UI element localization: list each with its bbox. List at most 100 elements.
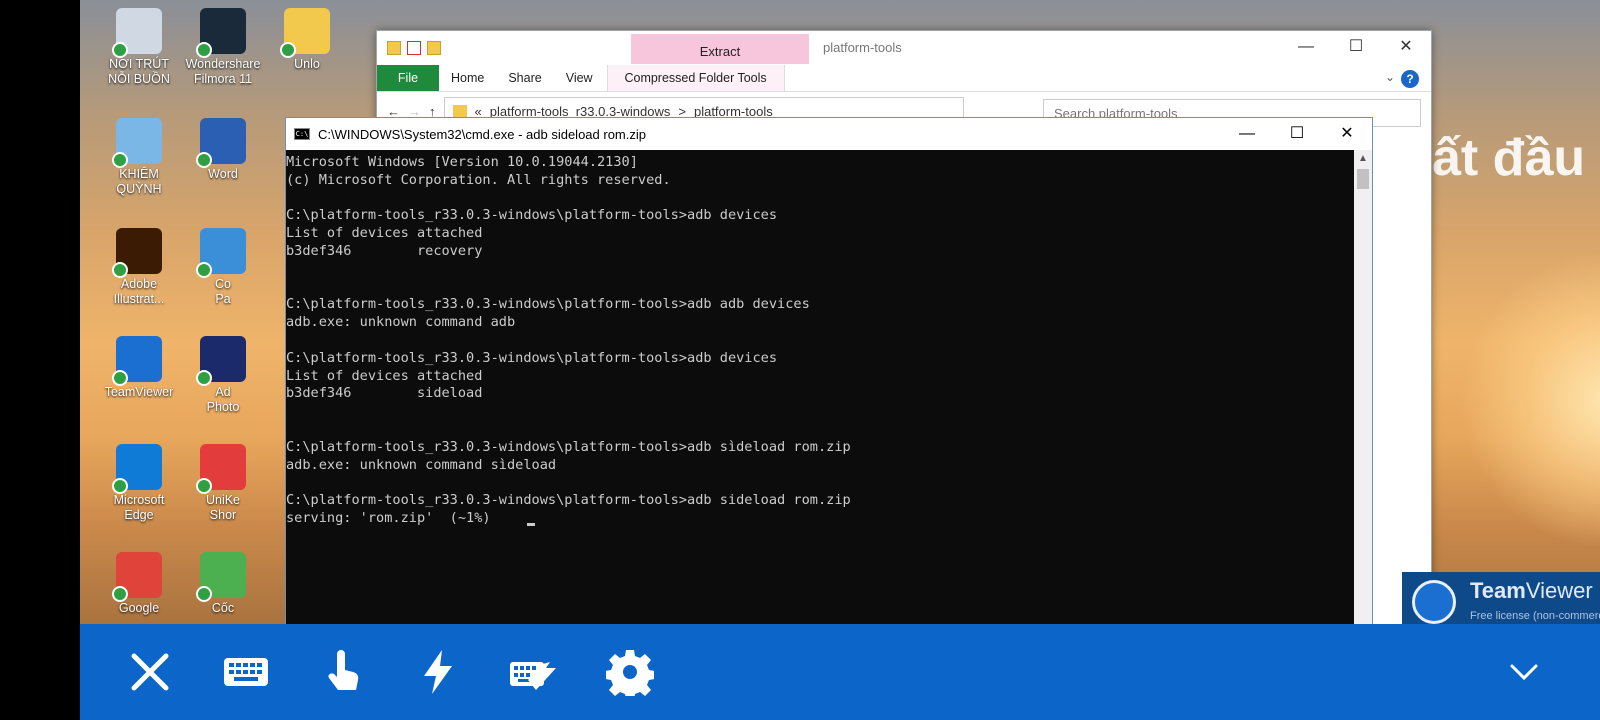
- desktop-icon-label: UniKe Shor: [205, 493, 241, 522]
- cmd-maximize-button[interactable]: ☐: [1272, 118, 1322, 150]
- console-output[interactable]: Microsoft Windows [Version 10.0.19044.21…: [286, 150, 1354, 624]
- desktop-icon-label: Microsoft Edge: [113, 493, 165, 522]
- sync-check-icon: [112, 370, 128, 386]
- desktop-icon-chrome[interactable]: Google: [96, 552, 182, 616]
- desktop-icon-control[interactable]: Co Pa: [180, 228, 266, 307]
- desktop-icon-edge[interactable]: Microsoft Edge: [96, 444, 182, 523]
- chevron-down-icon: [1510, 664, 1538, 681]
- unikey-icon: [196, 444, 246, 494]
- sync-check-icon: [112, 152, 128, 168]
- desktop-icon-word[interactable]: Word: [180, 118, 266, 182]
- ribbon-tabs: File Home Share View Compressed Folder T…: [377, 64, 1431, 92]
- desktop-icon-label: Co Pa: [215, 277, 231, 306]
- desktop-icon-pc[interactable]: KHIÊM QUỲNH: [96, 118, 182, 197]
- properties-icon[interactable]: [407, 40, 421, 55]
- desktop-icon-label: Word: [208, 167, 238, 181]
- extract-tab[interactable]: Extract: [631, 34, 809, 64]
- teamviewer-logo-icon: [1412, 580, 1456, 624]
- teamviewer-notice[interactable]: TeamViewer Free license (non-commercial …: [1402, 572, 1600, 624]
- desktop-icon-label: Ad Photo: [206, 385, 240, 414]
- explorer-titlebar[interactable]: Extract platform-tools — ☐ ✕: [377, 31, 1431, 64]
- scroll-up-icon[interactable]: ▲: [1354, 150, 1372, 167]
- sync-check-icon: [112, 586, 128, 602]
- console-line: List of devices attached: [286, 367, 483, 384]
- explorer-close-button[interactable]: ✕: [1381, 31, 1431, 63]
- console-line: C:\platform-tools_r33.0.3-windows\platfo…: [286, 207, 778, 224]
- edge-icon: [112, 444, 162, 494]
- photoshop-icon: [196, 336, 246, 386]
- desktop-icon-recycle[interactable]: NƠI TRÚT NỖI BUỒN: [96, 8, 182, 87]
- cmd-scrollbar[interactable]: ▲: [1354, 150, 1372, 624]
- desktop-icon-label: Wondershare Filmora 11: [185, 57, 261, 86]
- console-line: adb.exe: unknown command sìdeload: [286, 456, 557, 473]
- tab-file[interactable]: File: [377, 65, 439, 91]
- close-icon: [131, 653, 169, 691]
- cmd-minimize-button[interactable]: —: [1222, 118, 1272, 150]
- sync-check-icon: [196, 586, 212, 602]
- desktop-icon-label: KHIÊM QUỲNH: [116, 167, 162, 196]
- filmora-icon: [196, 8, 246, 58]
- sync-check-icon: [196, 370, 212, 386]
- chrome-icon: [112, 552, 162, 602]
- desktop-icon-illustrator[interactable]: Adobe Illustrat...: [96, 228, 182, 307]
- actions-button[interactable]: [390, 624, 486, 720]
- console-line: adb.exe: unknown command adb: [286, 314, 516, 331]
- settings-button[interactable]: [582, 624, 678, 720]
- desktop-icon-coc[interactable]: Cốc: [180, 552, 266, 616]
- wallpaper-text: ất đầu: [1432, 129, 1586, 187]
- sync-check-icon: [196, 262, 212, 278]
- sync-check-icon: [280, 42, 296, 58]
- sync-check-icon: [112, 262, 128, 278]
- tab-share[interactable]: Share: [496, 65, 553, 91]
- desktop-icon-teamviewer[interactable]: TeamViewer: [96, 336, 182, 400]
- tab-view[interactable]: View: [554, 65, 605, 91]
- close-button[interactable]: [102, 624, 198, 720]
- cmd-title: C:\WINDOWS\System32\cmd.exe - adb sidelo…: [318, 126, 646, 142]
- keyboard-button[interactable]: [198, 624, 294, 720]
- console-line: (c) Microsoft Corporation. All rights re…: [286, 171, 671, 188]
- desktop-icon-photoshop[interactable]: Ad Photo: [180, 336, 266, 415]
- explorer-minimize-button[interactable]: —: [1281, 31, 1331, 63]
- console-line: Microsoft Windows [Version 10.0.19044.21…: [286, 154, 638, 170]
- lightning-icon: [424, 650, 452, 694]
- explorer-maximize-button[interactable]: ☐: [1331, 31, 1381, 63]
- teamviewer-brand: TeamViewer: [1470, 578, 1593, 603]
- console-line: C:\platform-tools_r33.0.3-windows\platfo…: [286, 492, 851, 509]
- folder-icon[interactable]: [387, 40, 401, 55]
- sync-check-icon: [196, 152, 212, 168]
- text-cursor: [526, 522, 535, 526]
- explorer-title: platform-tools: [823, 40, 902, 55]
- cmd-close-button[interactable]: ✕: [1322, 118, 1372, 150]
- console-line: b3def346 sideload: [286, 385, 483, 402]
- unlock-icon: [280, 8, 330, 58]
- quick-access-toolbar: [387, 40, 441, 55]
- cmd-window[interactable]: C:\ C:\WINDOWS\System32\cmd.exe - adb si…: [285, 117, 1373, 624]
- new-folder-icon[interactable]: [427, 40, 441, 55]
- desktop-icon-unikey[interactable]: UniKe Shor: [180, 444, 266, 523]
- cmd-icon: C:\: [294, 128, 310, 140]
- wallpaper-sun: [1460, 250, 1600, 550]
- cmd-titlebar[interactable]: C:\ C:\WINDOWS\System32\cmd.exe - adb si…: [286, 118, 1372, 150]
- console-line: serving: 'rom.zip' (~1%): [286, 510, 1354, 528]
- desktop-icon-filmora[interactable]: Wondershare Filmora 11: [180, 8, 266, 87]
- pc-icon: [112, 118, 162, 168]
- word-icon: [196, 118, 246, 168]
- folder-icon: [452, 105, 467, 117]
- sync-check-icon: [196, 42, 212, 58]
- tab-compressed-folder-tools[interactable]: Compressed Folder Tools: [606, 65, 785, 91]
- special-keys-button[interactable]: [486, 624, 582, 720]
- tab-home[interactable]: Home: [439, 65, 496, 91]
- collapse-toolbar-button[interactable]: [1500, 648, 1548, 696]
- ribbon-expand-icon[interactable]: ⌄: [1385, 70, 1395, 84]
- touch-button[interactable]: [294, 624, 390, 720]
- desktop-icon-unlock[interactable]: Unlo: [264, 8, 350, 72]
- scroll-thumb[interactable]: [1357, 169, 1369, 189]
- console-line: List of devices attached: [286, 225, 483, 242]
- desktop-icon-label: Google: [118, 601, 160, 615]
- help-icon[interactable]: ?: [1401, 70, 1419, 88]
